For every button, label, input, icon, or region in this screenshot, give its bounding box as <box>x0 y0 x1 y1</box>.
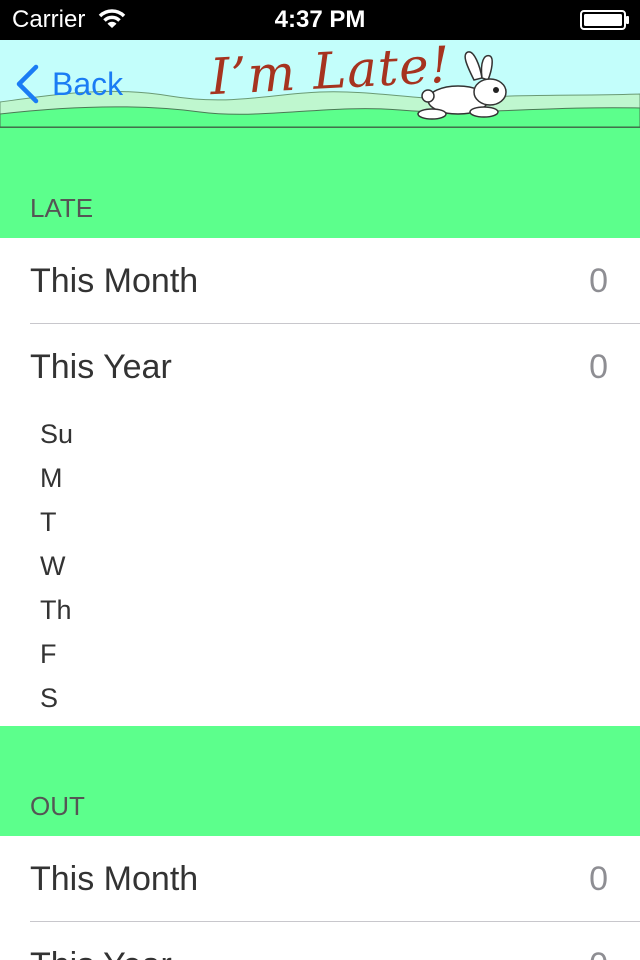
section-header-out: OUT <box>0 726 640 836</box>
row-label: This Year <box>30 946 172 960</box>
weekday-label: T <box>40 507 57 537</box>
weekday-label: F <box>40 639 57 669</box>
section-title: OUT <box>30 791 85 821</box>
status-bar: Carrier 4:37 PM <box>0 0 640 40</box>
row-value: 0 <box>589 348 608 386</box>
weekday-label: Su <box>40 419 74 449</box>
back-label: Back <box>52 65 124 102</box>
row-late-this-year[interactable]: This Year 0 <box>0 324 640 410</box>
row-value: 0 <box>589 262 608 300</box>
row-late-this-month[interactable]: This Month 0 <box>0 238 640 324</box>
battery-icon <box>580 10 629 30</box>
clock: 4:37 PM <box>274 6 366 33</box>
row-out-this-month[interactable]: This Month 0 <box>0 836 640 922</box>
row-value: 0 <box>589 946 608 960</box>
weekday-label: M <box>40 463 63 493</box>
section-header-late: LATE <box>0 128 640 238</box>
row-label: This Year <box>30 348 172 386</box>
weekday-list: Su M T W Th F S <box>0 410 640 728</box>
weekday-label: W <box>40 551 66 581</box>
chevron-left-icon <box>16 64 39 104</box>
rabbit-icon <box>417 51 507 120</box>
row-out-this-year[interactable]: This Year 0 <box>0 922 640 960</box>
back-button[interactable]: Back <box>14 62 123 106</box>
row-label: This Month <box>30 860 199 898</box>
weekday-label: Th <box>40 595 72 625</box>
late-stats-group: This Month 0 This Year 0 Su M T W Th F S <box>0 238 640 728</box>
out-stats-group: This Month 0 This Year 0 <box>0 836 640 960</box>
row-label: This Month <box>30 262 199 300</box>
navigation-bar: Back I’m Late! <box>0 40 640 128</box>
section-title: LATE <box>30 193 94 223</box>
row-value: 0 <box>589 860 608 898</box>
weekday-label: S <box>40 683 59 713</box>
